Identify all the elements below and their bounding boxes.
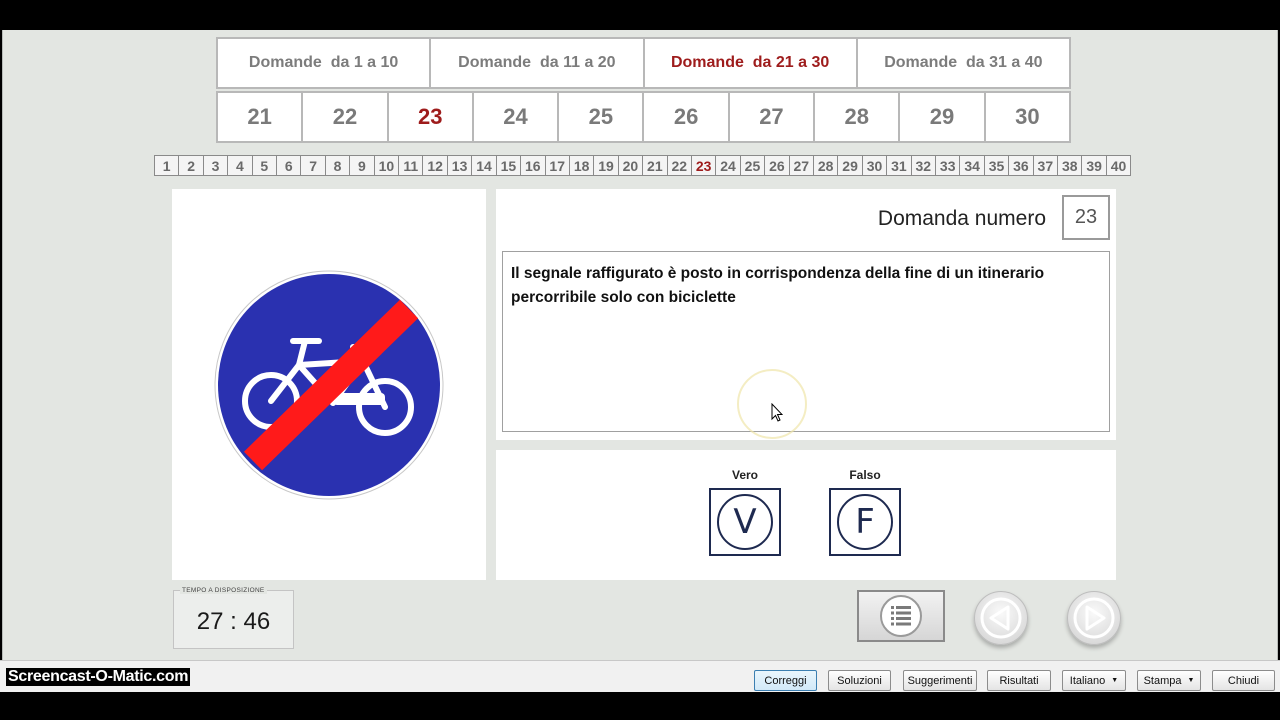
strip-cell-30[interactable]: 30 [863, 156, 887, 175]
range-tab-21-30[interactable]: Domande da 21 a 30 [643, 37, 858, 89]
range-tab-31-40[interactable]: Domande da 31 a 40 [856, 37, 1071, 89]
v-circle-icon: V [717, 494, 773, 550]
stampa-dropdown[interactable]: Stampa ▼ [1137, 670, 1201, 691]
language-dropdown[interactable]: Italiano ▼ [1062, 670, 1126, 691]
stampa-dropdown-label: Stampa [1144, 675, 1182, 687]
strip-cell-15[interactable]: 15 [497, 156, 521, 175]
answer-true-label: Vero [709, 468, 781, 482]
top-black-bar [0, 0, 1280, 30]
strip-cell-33[interactable]: 33 [936, 156, 960, 175]
strip-cell-26[interactable]: 26 [765, 156, 789, 175]
strip-cell-14[interactable]: 14 [472, 156, 496, 175]
true-button[interactable]: V [709, 488, 781, 556]
end-of-cycle-path-sign-icon [213, 269, 445, 501]
next-button[interactable] [1067, 591, 1121, 645]
strip-cell-17[interactable]: 17 [546, 156, 570, 175]
strip-cell-8[interactable]: 8 [326, 156, 350, 175]
question-strip: 1234567891011121314151617181920212223242… [154, 155, 1131, 176]
strip-cell-37[interactable]: 37 [1034, 156, 1058, 175]
sign-image-panel [172, 189, 486, 580]
strip-cell-12[interactable]: 12 [423, 156, 447, 175]
question-tab-26[interactable]: 26 [642, 91, 729, 143]
mouse-cursor-icon [771, 403, 783, 423]
strip-cell-34[interactable]: 34 [960, 156, 984, 175]
question-tab-30[interactable]: 30 [984, 91, 1071, 143]
strip-cell-36[interactable]: 36 [1009, 156, 1033, 175]
strip-cell-6[interactable]: 6 [277, 156, 301, 175]
question-list-button[interactable] [857, 590, 945, 642]
strip-cell-16[interactable]: 16 [521, 156, 545, 175]
question-tab-22[interactable]: 22 [301, 91, 388, 143]
false-button[interactable]: F [829, 488, 901, 556]
timer-value: 27 : 46 [174, 608, 293, 636]
suggerimenti-button[interactable]: Suggerimenti [903, 670, 977, 691]
strip-cell-28[interactable]: 28 [814, 156, 838, 175]
question-label: Domanda numero [878, 207, 1046, 231]
strip-cell-23[interactable]: 23 [692, 156, 716, 175]
strip-cell-11[interactable]: 11 [399, 156, 423, 175]
strip-cell-32[interactable]: 32 [912, 156, 936, 175]
question-tab-23[interactable]: 23 [387, 91, 474, 143]
strip-cell-19[interactable]: 19 [594, 156, 618, 175]
answer-false: Falso F [829, 468, 901, 556]
strip-cell-3[interactable]: 3 [204, 156, 228, 175]
question-tab-21[interactable]: 21 [216, 91, 303, 143]
strip-cell-7[interactable]: 7 [301, 156, 325, 175]
strip-cell-1[interactable]: 1 [155, 156, 179, 175]
question-tab-25[interactable]: 25 [557, 91, 644, 143]
list-icon [877, 594, 925, 638]
range-tab-1-10[interactable]: Domande da 1 a 10 [216, 37, 431, 89]
question-number-box: 23 [1062, 195, 1110, 240]
strip-cell-5[interactable]: 5 [253, 156, 277, 175]
f-circle-icon: F [837, 494, 893, 550]
range-tabs: Domande da 1 a 10 Domande da 11 a 20 Dom… [216, 37, 1069, 89]
answer-true: Vero V [709, 468, 781, 556]
timer-box: TEMPO A DISPOSIZIONE 27 : 46 [173, 590, 294, 649]
strip-cell-20[interactable]: 20 [619, 156, 643, 175]
strip-cell-22[interactable]: 22 [668, 156, 692, 175]
strip-cell-40[interactable]: 40 [1107, 156, 1130, 175]
timer-label: TEMPO A DISPOSIZIONE [180, 587, 267, 594]
screencast-watermark: Screencast-O-Matic.com [6, 668, 190, 686]
risultati-button[interactable]: Risultati [987, 670, 1051, 691]
language-dropdown-label: Italiano [1070, 675, 1105, 687]
strip-cell-9[interactable]: 9 [350, 156, 374, 175]
arrow-left-icon [979, 596, 1023, 640]
question-tab-29[interactable]: 29 [898, 91, 985, 143]
strip-cell-29[interactable]: 29 [838, 156, 862, 175]
strip-cell-39[interactable]: 39 [1082, 156, 1106, 175]
strip-cell-10[interactable]: 10 [375, 156, 399, 175]
bottom-black-bar [0, 692, 1280, 720]
caret-down-icon: ▼ [1187, 677, 1194, 684]
strip-cell-4[interactable]: 4 [228, 156, 252, 175]
strip-cell-31[interactable]: 31 [887, 156, 911, 175]
chiudi-button[interactable]: Chiudi [1212, 670, 1275, 691]
strip-cell-13[interactable]: 13 [448, 156, 472, 175]
question-tab-27[interactable]: 27 [728, 91, 815, 143]
strip-cell-24[interactable]: 24 [716, 156, 740, 175]
soluzioni-button[interactable]: Soluzioni [828, 670, 891, 691]
strip-cell-2[interactable]: 2 [179, 156, 203, 175]
arrow-right-icon [1072, 596, 1116, 640]
strip-cell-18[interactable]: 18 [570, 156, 594, 175]
strip-cell-25[interactable]: 25 [741, 156, 765, 175]
strip-cell-27[interactable]: 27 [790, 156, 814, 175]
strip-cell-38[interactable]: 38 [1058, 156, 1082, 175]
correggi-button[interactable]: Correggi [754, 670, 817, 691]
question-tab-24[interactable]: 24 [472, 91, 559, 143]
strip-cell-35[interactable]: 35 [985, 156, 1009, 175]
answer-false-label: Falso [829, 468, 901, 482]
question-tab-28[interactable]: 28 [813, 91, 900, 143]
strip-cell-21[interactable]: 21 [643, 156, 667, 175]
question-number-tabs: 21222324252627282930 [216, 91, 1069, 143]
answer-panel: Vero V Falso F [496, 450, 1116, 580]
caret-down-icon: ▼ [1111, 677, 1118, 684]
range-tab-11-20[interactable]: Domande da 11 a 20 [429, 37, 644, 89]
previous-button[interactable] [974, 591, 1028, 645]
